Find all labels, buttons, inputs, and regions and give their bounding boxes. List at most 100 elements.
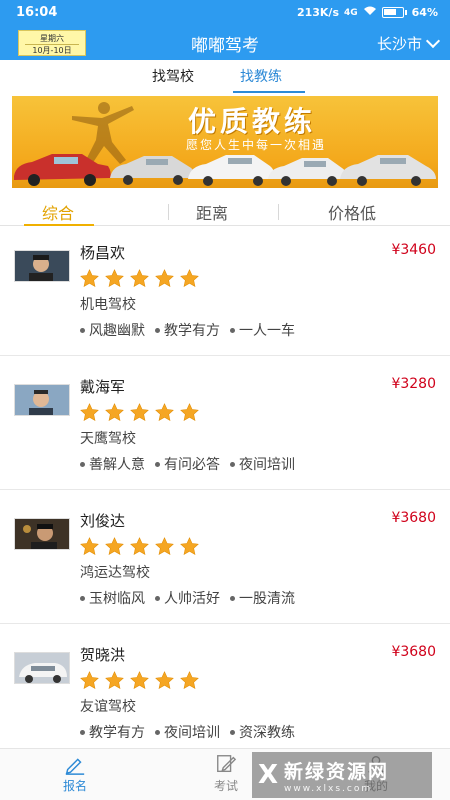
coach-tags: 教学有方 夜间培训 资深教练 bbox=[80, 722, 295, 742]
coach-tag: 风趣幽默 bbox=[80, 320, 145, 340]
nav-signup[interactable]: 报名 bbox=[45, 753, 105, 794]
app-header: 16:04 213K/s 4G 64% 星期六 10月-10日 嘟嘟驾考 长沙市 bbox=[0, 0, 450, 60]
coach-school: 机电驾校 bbox=[80, 297, 136, 313]
coach-name: 刘俊达 bbox=[80, 512, 126, 530]
coach-price: ¥3460 bbox=[391, 242, 436, 258]
car-red bbox=[14, 154, 111, 186]
battery-icon bbox=[381, 7, 404, 18]
coach-tag-label: 一人一车 bbox=[239, 323, 295, 339]
cars-illustration bbox=[14, 154, 436, 186]
bullet-dot bbox=[230, 461, 235, 467]
network-speed: 213K/s bbox=[296, 6, 339, 19]
sort-tabs: 综合 距离 价格低 bbox=[0, 196, 450, 226]
signal-icon: 4G bbox=[344, 7, 358, 18]
coach-tag: 教学有方 bbox=[155, 320, 220, 340]
star-icon bbox=[180, 671, 199, 689]
coach-tag: 善解人意 bbox=[80, 454, 145, 474]
exam-edit-icon bbox=[217, 755, 237, 773]
star-icon bbox=[105, 269, 124, 287]
coach-list-item[interactable]: 戴海军 ¥3280 天鹰驾校 善解人意 有问必答 夜间培训 bbox=[0, 362, 450, 490]
nav-exam[interactable]: 考试 bbox=[196, 753, 256, 794]
sort-active-indicator bbox=[24, 224, 94, 226]
car-silver-1 bbox=[110, 156, 195, 185]
battery-tip bbox=[404, 10, 407, 15]
coach-list-item[interactable]: 贺晓洪 ¥3680 友谊驾校 教学有方 夜间培训 资深教练 bbox=[0, 630, 450, 758]
bullet-dot bbox=[155, 327, 160, 333]
watermark-logo: X bbox=[258, 760, 279, 790]
star-icon bbox=[130, 269, 149, 287]
coach-tag-label: 夜间培训 bbox=[239, 457, 295, 473]
bullet-dot bbox=[155, 729, 160, 735]
star-icon bbox=[155, 403, 174, 421]
rating-stars bbox=[79, 268, 200, 289]
bullet-dot bbox=[80, 595, 85, 601]
pencil-icon bbox=[65, 758, 85, 775]
bullet-dot bbox=[230, 729, 235, 735]
coach-tag: 一人一车 bbox=[230, 320, 295, 340]
star-icon bbox=[80, 269, 99, 287]
coach-tag-label: 人帅活好 bbox=[164, 591, 220, 607]
star-icon bbox=[180, 537, 199, 555]
coach-tag: 教学有方 bbox=[80, 722, 145, 742]
coach-tag-label: 教学有方 bbox=[164, 323, 220, 339]
wifi-icon bbox=[363, 6, 377, 19]
star-icon bbox=[130, 537, 149, 555]
coach-name: 杨昌欢 bbox=[80, 244, 126, 262]
avatar bbox=[14, 518, 70, 550]
rating-stars bbox=[79, 670, 200, 691]
coach-list-item[interactable]: 杨昌欢 ¥3460 机电驾校 风趣幽默 教学有方 一人一车 bbox=[0, 228, 450, 356]
watermark-text: 新绿资源网 www.xlxs.com bbox=[284, 757, 389, 794]
sort-comprehensive[interactable]: 综合 bbox=[42, 200, 74, 224]
chevron-down-icon bbox=[425, 33, 441, 48]
coach-tag: 资深教练 bbox=[230, 722, 295, 742]
nav-label: 报名 bbox=[62, 779, 87, 793]
city-selector[interactable]: 长沙市 bbox=[377, 33, 441, 54]
tab-find-coach[interactable]: 找教练 bbox=[240, 66, 282, 86]
watermark-url: www.xlxs.com bbox=[284, 783, 373, 794]
star-icon bbox=[180, 403, 199, 421]
status-time: 16:04 bbox=[16, 5, 58, 20]
car-white-2 bbox=[268, 158, 347, 186]
rating-stars bbox=[79, 536, 200, 557]
coach-tags: 玉树临风 人帅活好 一股清流 bbox=[80, 588, 295, 608]
coach-tags: 风趣幽默 教学有方 一人一车 bbox=[80, 320, 295, 340]
coach-tag-label: 善解人意 bbox=[89, 457, 145, 473]
car-white-1 bbox=[188, 155, 275, 186]
tab-find-school[interactable]: 找驾校 bbox=[152, 66, 194, 86]
star-icon bbox=[105, 537, 124, 555]
coach-list-item[interactable]: 刘俊达 ¥3680 鸿运达驾校 玉树临风 人帅活好 一股清流 bbox=[0, 496, 450, 624]
active-tab-indicator bbox=[233, 91, 305, 93]
star-icon bbox=[155, 269, 174, 287]
bullet-dot bbox=[230, 327, 235, 333]
coach-price: ¥3680 bbox=[391, 644, 436, 660]
banner-title: 优质教练 bbox=[188, 105, 317, 138]
star-icon bbox=[80, 537, 99, 555]
coach-tag: 夜间培训 bbox=[230, 454, 295, 474]
bullet-dot bbox=[155, 461, 160, 467]
status-right: 213K/s 4G 64% bbox=[297, 6, 438, 19]
sort-price-low[interactable]: 价格低 bbox=[328, 200, 376, 224]
search-type-tabs: 找驾校 找教练 bbox=[0, 60, 450, 94]
battery-percent: 64% bbox=[411, 6, 438, 19]
avatar bbox=[14, 250, 70, 282]
coach-tag-label: 风趣幽默 bbox=[89, 323, 145, 339]
star-icon bbox=[155, 537, 174, 555]
coach-price: ¥3680 bbox=[391, 510, 436, 526]
coach-tag: 夜间培训 bbox=[155, 722, 220, 742]
rating-stars bbox=[79, 402, 200, 423]
coach-tag: 人帅活好 bbox=[155, 588, 220, 608]
promo-banner[interactable]: 优质教练 愿您人生中每一次相遇 bbox=[12, 96, 438, 188]
star-icon bbox=[80, 671, 99, 689]
star-icon bbox=[155, 671, 174, 689]
coach-school: 鸿运达驾校 bbox=[80, 565, 150, 581]
bullet-dot bbox=[230, 595, 235, 601]
sort-divider bbox=[278, 204, 279, 220]
star-icon bbox=[130, 403, 149, 421]
star-icon bbox=[180, 269, 199, 287]
coach-tag-label: 教学有方 bbox=[89, 725, 145, 741]
star-icon bbox=[130, 671, 149, 689]
sort-distance[interactable]: 距离 bbox=[196, 200, 228, 224]
star-icon bbox=[80, 403, 99, 421]
coach-name: 贺晓洪 bbox=[80, 646, 126, 664]
bullet-dot bbox=[80, 461, 85, 467]
